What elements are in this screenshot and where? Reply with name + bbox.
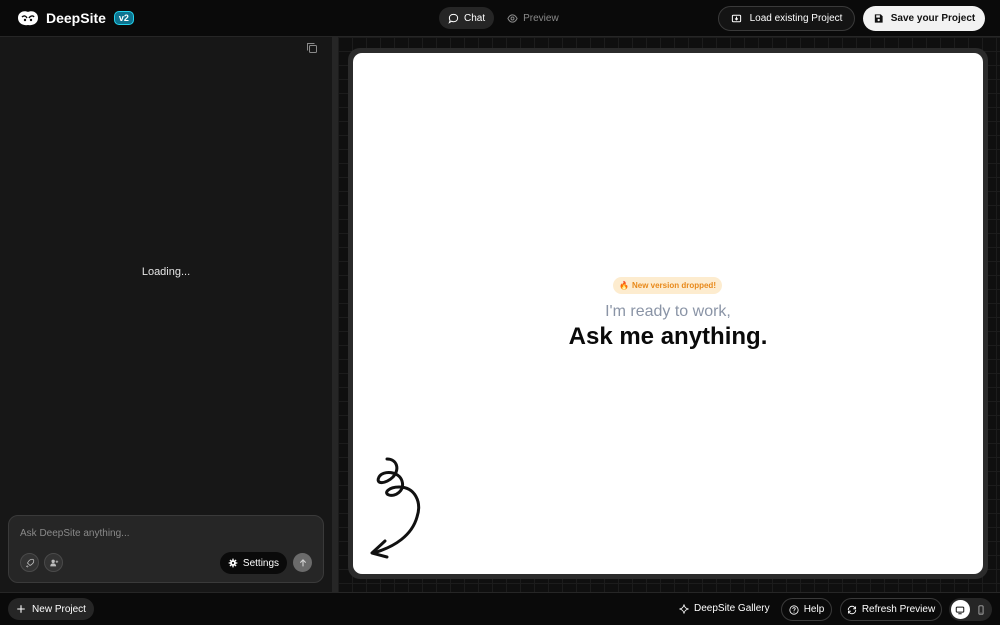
view-tabs: Chat Preview (439, 7, 568, 29)
bottom-bar: New Project DeepSite Gallery Help Refres… (0, 592, 1000, 625)
gallery-label: DeepSite Gallery (694, 603, 770, 614)
refresh-label: Refresh Preview (861, 604, 936, 615)
save-project-label: Save your Project (890, 13, 976, 24)
preview-screen: 🔥 New version dropped! I'm ready to work… (353, 53, 983, 574)
enhance-button[interactable] (20, 553, 39, 572)
ask-headline: Ask me anything. (568, 323, 768, 350)
chat-bubble-icon (448, 13, 459, 24)
add-user-button[interactable] (44, 553, 63, 572)
help-button[interactable]: Help (781, 598, 832, 621)
send-button[interactable] (293, 553, 312, 572)
squiggle-arrow-icon (370, 457, 421, 559)
refresh-icon (847, 605, 857, 614)
load-project-button[interactable]: Load existing Project (718, 6, 855, 31)
fire-icon: 🔥 (619, 281, 629, 290)
refresh-preview-button[interactable]: Refresh Preview (840, 598, 942, 621)
chat-input[interactable] (20, 528, 310, 539)
user-plus-icon (49, 559, 58, 566)
preview-frame: 🔥 New version dropped! I'm ready to work… (348, 48, 988, 579)
mobile-phone-icon (978, 604, 984, 615)
tab-chat-label: Chat (464, 12, 486, 24)
eye-icon (507, 13, 518, 23)
tab-chat[interactable]: Chat (439, 7, 495, 29)
help-label: Help (803, 604, 825, 615)
top-header: DeepSite v2 Chat Preview Load existing P… (0, 0, 1000, 37)
tab-preview[interactable]: Preview (498, 7, 568, 29)
chat-panel: Loading... Settings (0, 37, 332, 592)
brand[interactable]: DeepSite v2 (16, 8, 134, 28)
desktop-icon (956, 606, 965, 614)
rocket-icon (25, 558, 34, 568)
settings-button[interactable]: Settings (220, 552, 287, 574)
deepsite-logo-icon (18, 11, 38, 26)
arrow-up-icon (299, 558, 306, 566)
question-circle-icon (789, 604, 799, 615)
chat-composer: Settings (8, 515, 324, 583)
gear-icon (228, 558, 238, 568)
load-project-label: Load existing Project (749, 13, 843, 24)
brand-name: DeepSite (46, 10, 106, 26)
save-project-button[interactable]: Save your Project (863, 6, 985, 31)
new-version-badge: 🔥 New version dropped! (613, 277, 722, 294)
settings-label: Settings (242, 557, 280, 569)
sparkle-icon (679, 603, 689, 614)
ready-text: I'm ready to work, (605, 303, 731, 320)
save-disk-icon (874, 14, 883, 23)
desktop-view-toggle[interactable] (951, 600, 970, 619)
new-version-label: New version dropped! (631, 281, 716, 290)
plus-icon (17, 605, 25, 613)
new-project-button[interactable]: New Project (8, 598, 94, 620)
tab-preview-label: Preview (523, 12, 559, 24)
gallery-link[interactable]: DeepSite Gallery (679, 603, 770, 614)
mobile-view-toggle[interactable] (972, 600, 991, 619)
new-project-label: New Project (32, 603, 86, 615)
copy-icon[interactable] (306, 42, 318, 54)
loading-text: Loading... (141, 266, 191, 278)
version-badge: v2 (113, 11, 134, 25)
preview-area: 🔥 New version dropped! I'm ready to work… (338, 37, 1000, 592)
device-toggle (949, 598, 992, 621)
import-icon (731, 14, 741, 23)
